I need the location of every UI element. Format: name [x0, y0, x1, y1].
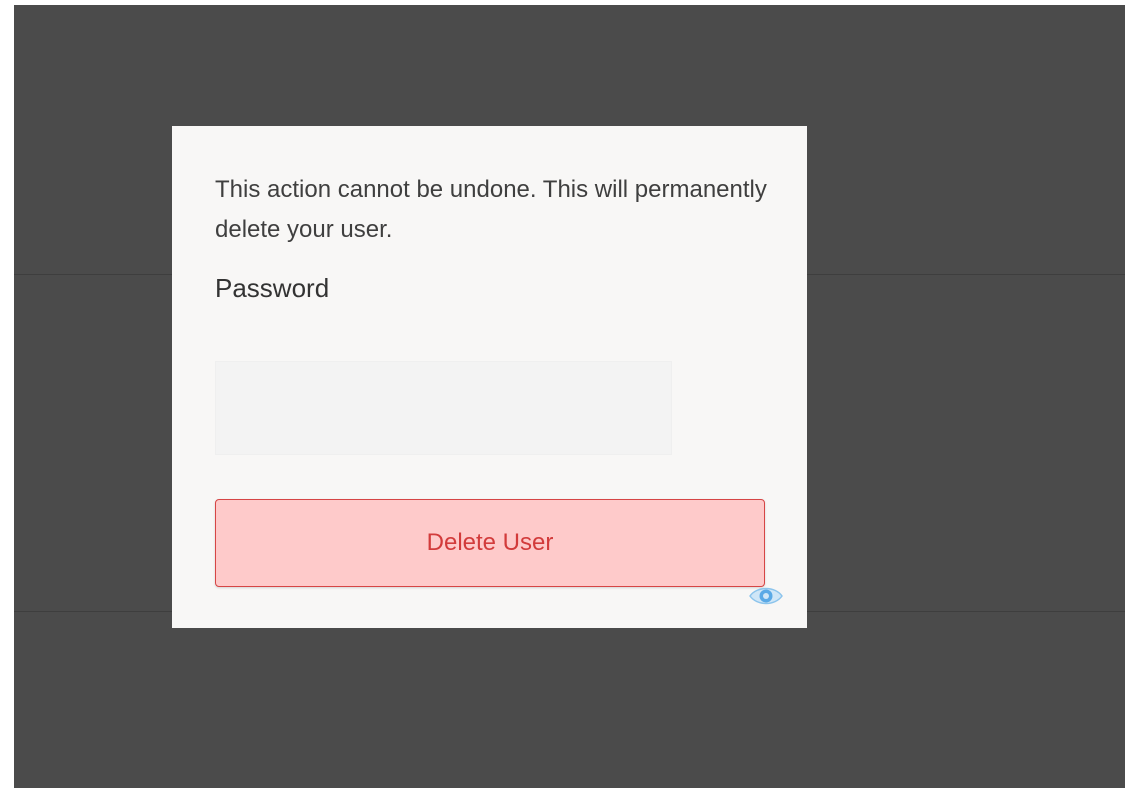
eye-icon[interactable]: [748, 584, 784, 608]
password-input[interactable]: [215, 361, 672, 455]
password-label: Password: [215, 273, 330, 303]
delete-user-button[interactable]: Delete User: [215, 499, 765, 587]
delete-user-dialog: This action cannot be undone. This will …: [172, 126, 807, 628]
warning-message: This action cannot be undone. This will …: [215, 176, 767, 243]
